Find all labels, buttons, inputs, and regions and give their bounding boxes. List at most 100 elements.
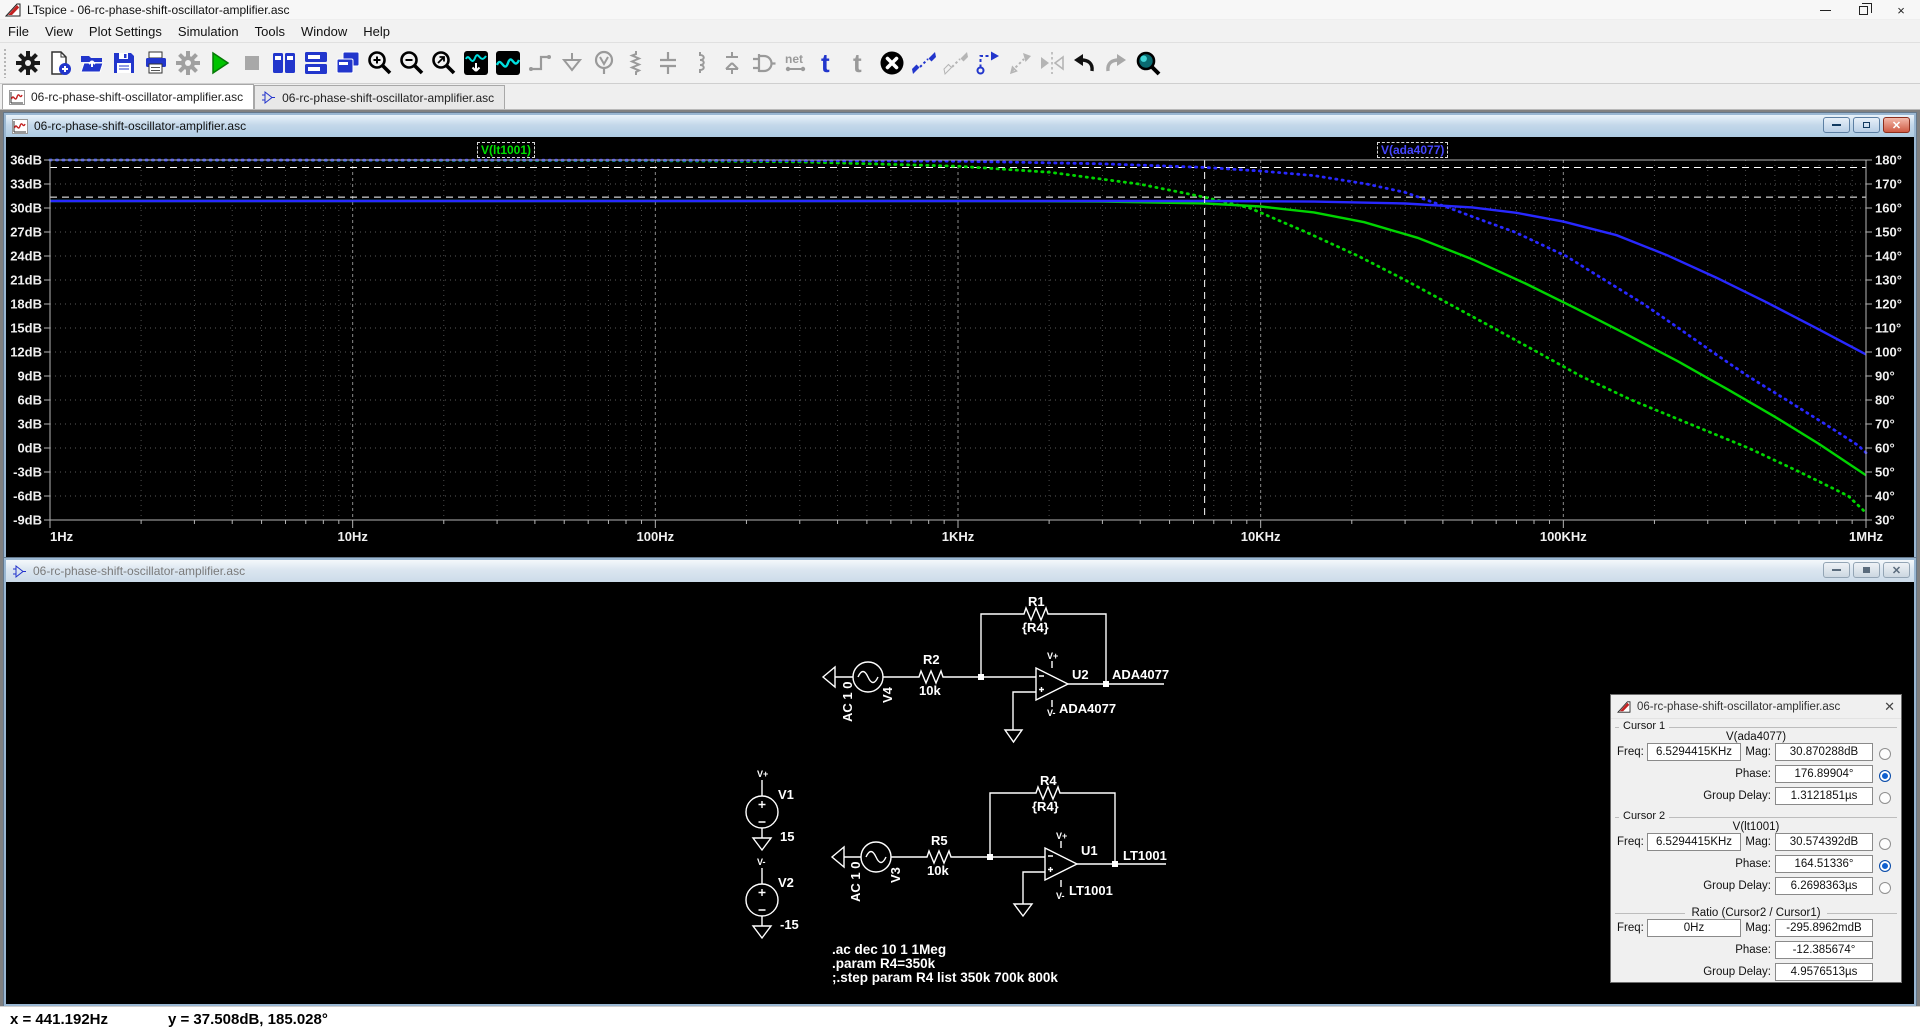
move-icon[interactable] <box>972 47 1004 79</box>
cursor1-mag-radio[interactable] <box>1879 748 1891 760</box>
schem-maximize-button[interactable] <box>1853 562 1880 578</box>
cursor-dialog[interactable]: 06-rc-phase-shift-oscillator-amplifier.a… <box>1610 694 1902 983</box>
menu-plot-settings[interactable]: Plot Settings <box>81 22 170 41</box>
label-v3[interactable]: V3 <box>888 867 903 883</box>
trace-label-vlt1001[interactable]: V(lt1001) <box>477 142 536 158</box>
autorange-icon[interactable] <box>460 47 492 79</box>
tab-schematic[interactable]: 06-rc-phase-shift-oscillator-amplifier.a… <box>254 85 506 109</box>
waveform-window-titlebar[interactable]: 06-rc-phase-shift-oscillator-amplifier.a… <box>6 115 1914 137</box>
run-icon[interactable] <box>204 47 236 79</box>
menu-view[interactable]: View <box>37 22 81 41</box>
label-u1[interactable]: U1 <box>1081 843 1098 858</box>
undo-icon[interactable] <box>1068 47 1100 79</box>
cursor1-groupdelay-box[interactable]: 1.3121851µs <box>1775 787 1873 805</box>
control-panel-icon[interactable] <box>12 47 44 79</box>
cursor1-freq-box[interactable]: 6.5294415KHz <box>1647 743 1741 761</box>
ratio-groupdelay-box[interactable]: 4.9576513µs <box>1775 963 1873 981</box>
text-icon[interactable]: t <box>812 47 844 79</box>
cursor2-mag-box[interactable]: 30.574392dB <box>1775 833 1873 851</box>
copy-icon[interactable] <box>908 47 940 79</box>
cursor1-groupdelay-radio[interactable] <box>1879 792 1891 804</box>
label-v2-value[interactable]: -15 <box>780 917 799 932</box>
label-r5[interactable]: R5 <box>931 833 948 848</box>
trace-label-vada4077[interactable]: V(ada4077) <box>1377 142 1449 158</box>
cursor2-groupdelay-box[interactable]: 6.2698363µs <box>1775 877 1873 895</box>
menu-file[interactable]: File <box>0 22 37 41</box>
save-icon[interactable] <box>108 47 140 79</box>
svg-text:110°: 110° <box>1875 321 1901 336</box>
label-v4[interactable]: V4 <box>880 686 895 703</box>
group-delay-label: Group Delay: <box>1703 790 1771 802</box>
ratio-mag-box[interactable]: -295.8962mdB <box>1775 919 1873 937</box>
spice-directive-ac[interactable]: .ac dec 10 1 1Meg <box>832 942 946 957</box>
svg-text:9dB: 9dB <box>17 369 42 384</box>
group-delay-label: Group Delay: <box>1703 966 1771 978</box>
label-r4-value[interactable]: {R4} <box>1032 799 1059 814</box>
label-v1[interactable]: V1 <box>778 787 794 802</box>
label-v3-value[interactable]: AC 1 0 <box>848 862 863 902</box>
plot-close-button[interactable]: ✕ <box>1883 117 1910 133</box>
label-v2[interactable]: V2 <box>778 875 794 890</box>
menu-simulation[interactable]: Simulation <box>170 22 247 41</box>
svg-text:180°: 180° <box>1875 153 1902 168</box>
waveform-window-icon <box>12 118 28 134</box>
cursor2-groupdelay-radio[interactable] <box>1879 882 1891 894</box>
label-r4[interactable]: R4 <box>1040 773 1057 788</box>
label-r2[interactable]: R2 <box>923 652 940 667</box>
plot-maximize-button[interactable] <box>1853 117 1880 133</box>
cursor1-mag-box[interactable]: 30.870288dB <box>1775 743 1873 761</box>
spice-directive-param[interactable]: .param R4=350k <box>832 956 936 971</box>
label-r1-value[interactable]: {R4} <box>1022 620 1049 635</box>
cursor1-phase-radio[interactable] <box>1879 770 1891 782</box>
label-r2-value[interactable]: 10k <box>919 683 941 698</box>
cursor-dialog-titlebar[interactable]: 06-rc-phase-shift-oscillator-amplifier.a… <box>1611 695 1901 719</box>
spice-directive-step[interactable]: ;.step param R4 list 350k 700k 800k <box>832 970 1058 985</box>
schematic-window-titlebar[interactable]: 06-rc-phase-shift-oscillator-amplifier.a… <box>6 560 1914 582</box>
cursor2-phase-box[interactable]: 164.51336° <box>1775 855 1873 873</box>
net-flag-ada4077[interactable]: ADA4077 <box>1112 667 1169 682</box>
minimize-button[interactable] <box>1806 0 1844 20</box>
plot-settings-icon[interactable] <box>492 47 524 79</box>
svg-text:100KHz: 100KHz <box>1540 529 1587 544</box>
zoom-extents-icon[interactable] <box>428 47 460 79</box>
zoom-in-icon[interactable] <box>364 47 396 79</box>
label-u2[interactable]: U2 <box>1072 667 1089 682</box>
menu-tools[interactable]: Tools <box>247 22 293 41</box>
cursor2-phase-radio[interactable] <box>1879 860 1891 872</box>
label-u2-part[interactable]: ADA4077 <box>1059 701 1116 716</box>
restore-button[interactable] <box>1844 0 1882 20</box>
ratio-freq-box[interactable]: 0Hz <box>1647 919 1741 937</box>
bode-plot[interactable]: 36dB 33dB 30dB 27dB 24dB 21dB 18dB 15dB 12dB 9dB 6… <box>6 137 1914 557</box>
tile-horizontal-icon[interactable] <box>300 47 332 79</box>
svg-text:10KHz: 10KHz <box>1241 529 1281 544</box>
label-v1-value[interactable]: 15 <box>780 829 794 844</box>
cut-icon[interactable] <box>876 47 908 79</box>
label-r1[interactable]: R1 <box>1028 594 1045 609</box>
cursor-dialog-close-icon[interactable]: ✕ <box>1884 699 1895 715</box>
label-u1-part[interactable]: LT1001 <box>1069 883 1113 898</box>
plot-minimize-button[interactable] <box>1823 117 1850 133</box>
tile-vertical-icon[interactable] <box>268 47 300 79</box>
rail-vminus-u2: V- <box>1047 708 1056 718</box>
menu-help[interactable]: Help <box>355 22 398 41</box>
find-icon[interactable] <box>1132 47 1164 79</box>
cursor1-phase-box[interactable]: 176.89904° <box>1775 765 1873 783</box>
new-schematic-icon[interactable] <box>44 47 76 79</box>
net-flag-lt1001[interactable]: LT1001 <box>1123 848 1167 863</box>
ratio-phase-box[interactable]: -12.385674° <box>1775 941 1873 959</box>
cursor2-freq-box[interactable]: 6.5294415KHz <box>1647 833 1741 851</box>
schem-minimize-button[interactable] <box>1823 562 1850 578</box>
cursor2-mag-radio[interactable] <box>1879 838 1891 850</box>
label-v4-value[interactable]: AC 1 0 <box>840 682 855 722</box>
cascade-icon[interactable] <box>332 47 364 79</box>
halt-icon <box>236 47 268 79</box>
tab-waveform[interactable]: 06-rc-phase-shift-oscillator-amplifier.a… <box>2 84 255 109</box>
schem-close-button[interactable]: ✕ <box>1883 562 1910 578</box>
svg-text:30dB: 30dB <box>10 201 42 216</box>
close-button[interactable]: × <box>1882 0 1920 20</box>
open-icon[interactable] <box>76 47 108 79</box>
label-r5-value[interactable]: 10k <box>927 863 949 878</box>
zoom-out-icon[interactable] <box>396 47 428 79</box>
print-icon[interactable] <box>140 47 172 79</box>
menu-window[interactable]: Window <box>293 22 355 41</box>
